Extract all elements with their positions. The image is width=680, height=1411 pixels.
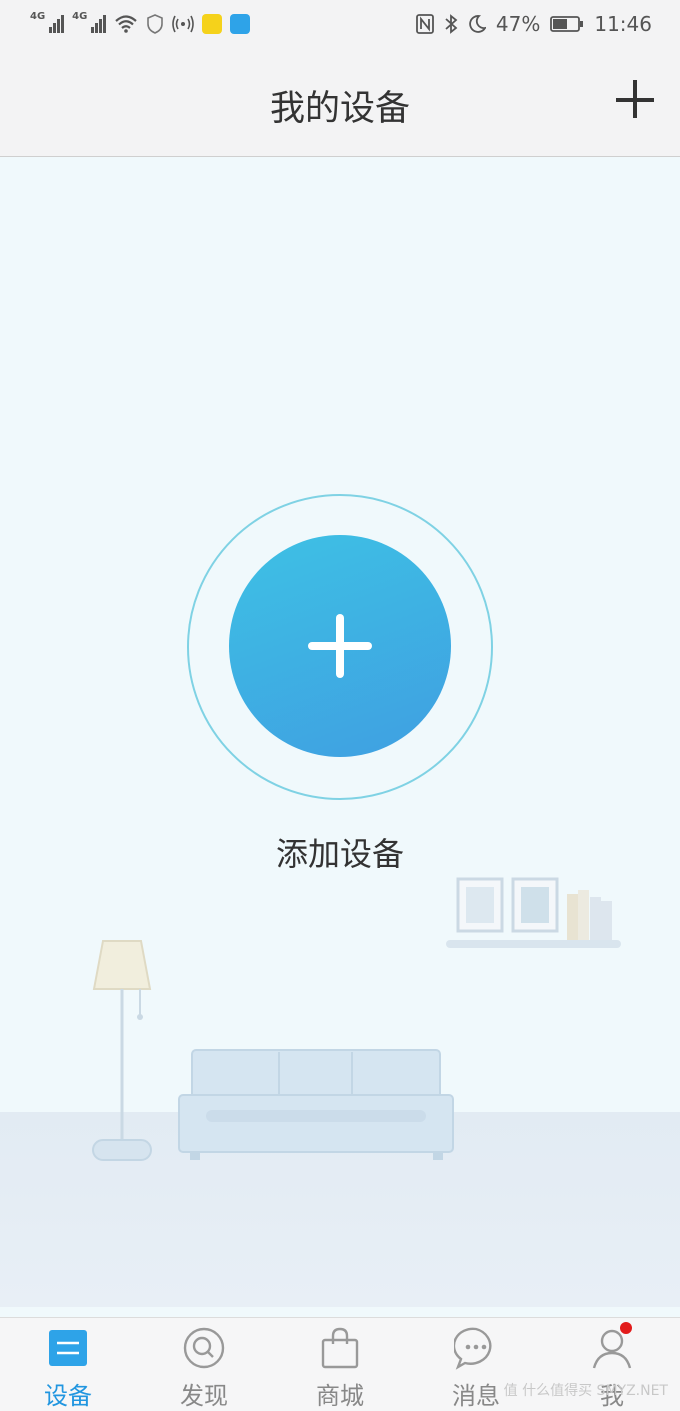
tab-label: 商城 — [316, 1382, 364, 1410]
tab-shop[interactable]: 商城 — [272, 1318, 408, 1411]
notification-badge — [620, 1322, 632, 1334]
moon-icon — [469, 15, 486, 33]
shopping-bag-icon — [321, 1327, 359, 1369]
status-left: 4G 4G — [30, 12, 251, 36]
search-icon — [183, 1327, 225, 1369]
battery-icon — [550, 16, 584, 32]
signal-icon-1: 4G — [30, 12, 65, 36]
status-right: 47% 11:46 — [416, 12, 652, 36]
tab-label: 发现 — [180, 1382, 228, 1410]
message-icon — [454, 1327, 492, 1370]
clock: 11:46 — [594, 12, 652, 36]
devices-icon — [49, 1330, 87, 1366]
watermark: 值 什么值得买 SMYZ.NET — [503, 1383, 668, 1399]
app-header: 我的设备 — [0, 52, 680, 157]
plus-icon-vertical — [336, 614, 344, 678]
car-app-icon — [202, 14, 223, 34]
tab-discover[interactable]: 发现 — [136, 1318, 272, 1411]
hotspot-icon — [172, 15, 195, 33]
page-title: 我的设备 — [269, 89, 410, 129]
wifi-icon — [115, 15, 138, 33]
main-content: 添加设备 — [0, 157, 680, 1317]
bulb-app-icon — [230, 14, 251, 34]
tab-devices[interactable]: 设备 — [0, 1318, 136, 1411]
battery-percent: 47% — [495, 12, 541, 36]
signal-icon-2: 4G — [72, 12, 107, 36]
nfc-icon — [416, 14, 434, 34]
bluetooth-icon — [445, 14, 458, 34]
status-bar: 4G 4G 47% 11:46 — [0, 0, 680, 52]
add-device-circle-button[interactable] — [229, 535, 451, 757]
add-device-label[interactable]: 添加设备 — [0, 829, 680, 875]
shield-icon — [147, 14, 164, 34]
add-device-button[interactable] — [616, 80, 656, 120]
tab-label: 设备 — [44, 1382, 92, 1410]
